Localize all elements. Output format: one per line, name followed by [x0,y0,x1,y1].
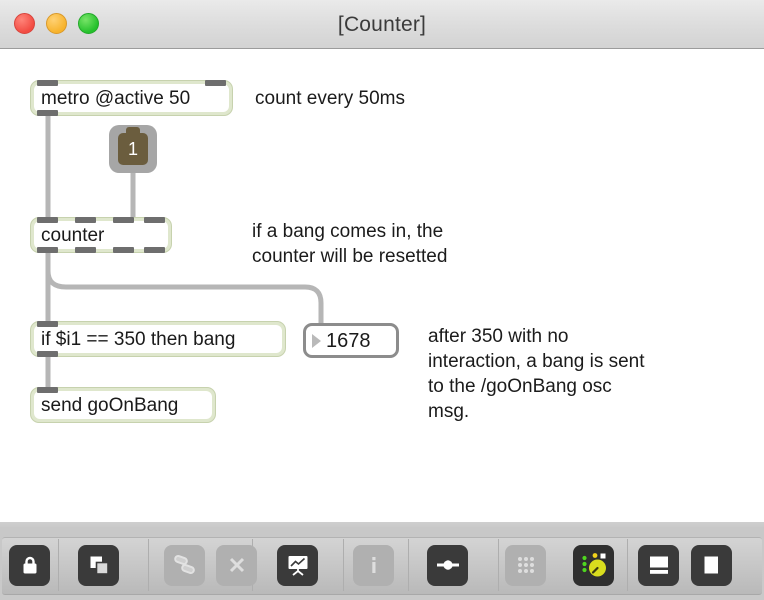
toolbar-group-cables [164,537,257,593]
toolbar-group-objects [78,537,119,593]
toolbar-group-controls [573,537,614,593]
toolbar-separator [627,539,628,591]
toolbar-separator [58,539,59,591]
toolbar-separator [148,539,149,591]
grid-icon [505,544,546,586]
info-icon [353,544,394,586]
knob-icon[interactable] [573,544,614,586]
object-inner: metro @active 50 [34,84,229,112]
outlet[interactable] [37,351,58,357]
delete-icon [216,544,257,586]
inlet[interactable] [37,217,58,223]
object-send[interactable]: send goOnBang [30,387,216,423]
number-box-value: 1678 [326,329,371,352]
object-label: counter [41,224,105,246]
inlet[interactable] [37,387,58,393]
toolbar-group-info [353,537,394,593]
toolbar [0,522,764,600]
toolbar-group-grid [505,537,546,593]
object-inner: counter [34,221,168,249]
object-inner: send goOnBang [34,391,212,419]
outlet[interactable] [37,247,58,253]
object-label: metro @active 50 [41,87,191,109]
patcher-window: [Counter] metro @active 50 1 counter if … [0,0,764,600]
object-label: send goOnBang [41,394,179,416]
inlet[interactable] [75,217,96,223]
outlet[interactable] [113,247,134,253]
object-counter[interactable]: counter [30,217,172,253]
comment-count-every: count every 50ms [255,88,405,109]
toolbar-separator [343,539,344,591]
toolbar-group-presentation [277,537,318,593]
patch-cables [45,115,324,388]
node-icon[interactable] [427,544,468,586]
toolbar-group-edit [9,537,50,593]
edit-lock-icon[interactable] [9,544,50,586]
toolbar-separator [498,539,499,591]
inlet[interactable] [113,217,134,223]
panel-full-icon[interactable] [691,544,732,586]
object-inner: if $i1 == 350 then bang [34,325,282,353]
number-box-triangle-icon [312,333,321,348]
outlet[interactable] [37,110,58,116]
object-if-bang[interactable]: if $i1 == 350 then bang [30,321,286,357]
inlet[interactable] [205,80,226,86]
title-bar: [Counter] [0,0,764,49]
inlet[interactable] [37,80,58,86]
comment-bang-reset: if a bang comes in, the counter will be … [252,221,448,267]
patch-canvas[interactable]: metro @active 50 1 counter if $i1 == 350… [0,49,764,522]
comment-after-350: after 350 with no interaction, a bang is… [428,326,645,422]
object-label: if $i1 == 350 then bang [41,328,236,350]
object-metro[interactable]: metro @active 50 [30,80,233,116]
inlet[interactable] [144,217,165,223]
cables-icon [164,544,205,586]
panel-bottom-icon[interactable] [638,544,679,586]
inlet[interactable] [37,321,58,327]
toggle-value: 1 [127,139,138,159]
objects-icon[interactable] [78,544,119,586]
toolbar-group-panels [638,537,732,593]
toolbar-group-node [427,537,468,593]
toggle-body: 1 [118,133,148,165]
outlet[interactable] [144,247,165,253]
window-title: [Counter] [337,13,427,36]
toggle-widget[interactable]: 1 [109,125,157,173]
toolbar-separator [408,539,409,591]
number-box[interactable]: 1678 [303,323,399,358]
outlet[interactable] [75,247,96,253]
presentation-icon[interactable] [277,544,318,586]
